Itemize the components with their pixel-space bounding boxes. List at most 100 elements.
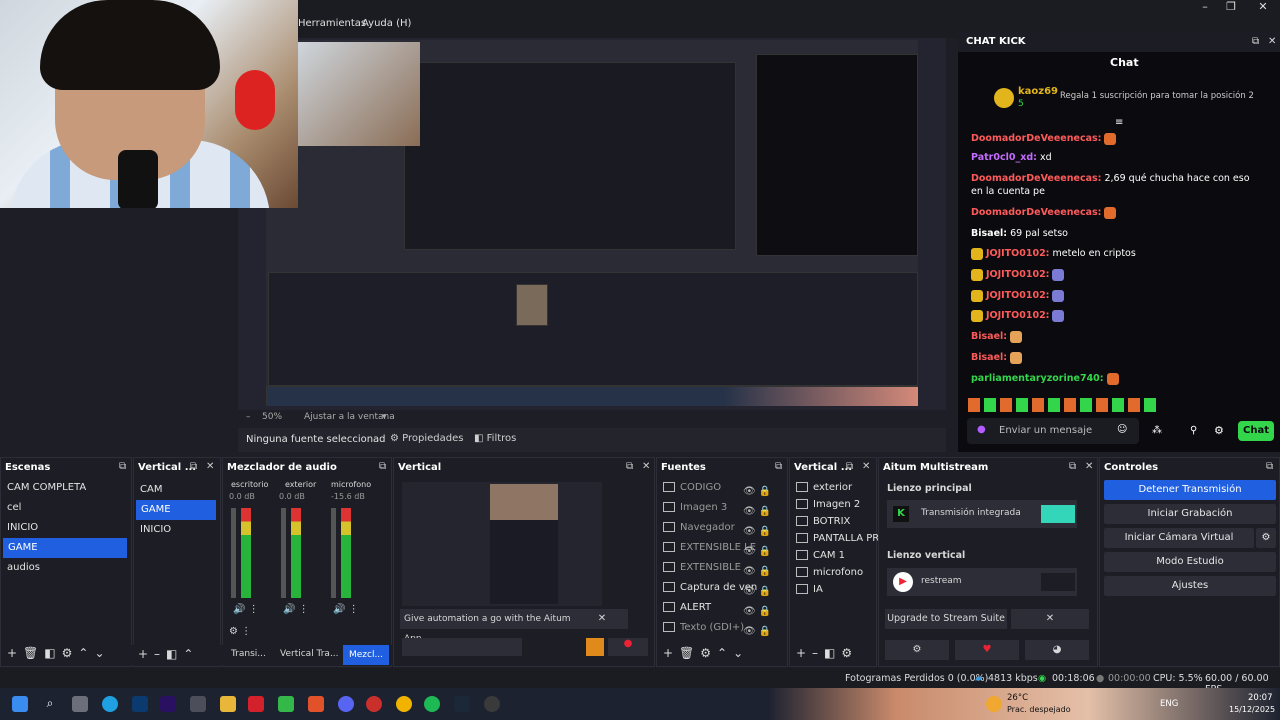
aitum-banner[interactable]: Give automation a go with the Aitum App: [400, 609, 578, 644]
undock-icon[interactable]: ⧉: [846, 461, 853, 472]
start-virtual-cam-button[interactable]: Iniciar Cámara Virtual: [1104, 528, 1254, 548]
source-item[interactable]: EXTENSIBLE: [663, 562, 741, 573]
opera-icon[interactable]: [366, 696, 382, 712]
stop-stream-button[interactable]: Detener Transmisión: [1104, 480, 1276, 500]
minecraft-icon[interactable]: [278, 696, 294, 712]
start-recording-button[interactable]: Iniciar Grabación: [1104, 504, 1276, 524]
vertical-source-item[interactable]: BOTRIX: [796, 516, 850, 527]
steam-icon[interactable]: [454, 696, 470, 712]
close-icon[interactable]: ✕: [642, 461, 650, 472]
source-item[interactable]: CODIGO: [663, 482, 721, 493]
app-icon[interactable]: [248, 696, 264, 712]
volume-slider[interactable]: [231, 508, 236, 598]
speaker-icon[interactable]: 🔊 ⋮: [333, 604, 359, 615]
vertical-source-item[interactable]: CAM 1: [796, 550, 845, 561]
chat-send-button[interactable]: Chat: [1238, 421, 1274, 441]
premiere-icon[interactable]: [160, 696, 176, 712]
upgrade-button[interactable]: Upgrade to Stream Suite: [885, 609, 1007, 629]
menu-help[interactable]: Ayuda (H): [362, 18, 411, 29]
vertical-source-item[interactable]: Imagen 2: [796, 499, 860, 510]
undock-icon[interactable]: ⧉: [1266, 461, 1273, 472]
discord-taskbar-icon[interactable]: [338, 696, 354, 712]
vertical-stream-icon[interactable]: ●: [608, 638, 648, 656]
close-icon[interactable]: ✕: [862, 461, 870, 472]
vertical-toolbar[interactable]: [402, 638, 522, 656]
clock-date[interactable]: 15/12/2025: [1229, 705, 1275, 714]
search-icon[interactable]: ⌕: [42, 696, 58, 712]
filters-button[interactable]: ◧ Filtros: [474, 433, 516, 444]
undock-icon[interactable]: ⧉: [775, 461, 782, 472]
source-item[interactable]: Imagen 3: [663, 502, 727, 513]
multistream-settings-icon[interactable]: ⚙: [885, 640, 949, 660]
speaker-icon[interactable]: 🔊 ⋮: [233, 604, 259, 615]
vertical-settings-icon[interactable]: [586, 638, 604, 656]
scene-toolbar[interactable]: +🗑◧⚙⌃⌄: [7, 646, 111, 660]
source-visibility-lock-icons[interactable]: 👁 🔒 👁 🔒 👁 🔒 👁 🔒 👁 🔒 👁 🔒 👁 🔒 👁 🔒: [743, 482, 777, 642]
undock-icon[interactable]: ⧉: [1069, 461, 1076, 472]
vertical-scene-item[interactable]: INICIO: [140, 524, 171, 535]
taskview-icon[interactable]: [72, 696, 88, 712]
float-icon[interactable]: ⧉: [1252, 36, 1259, 47]
source-item[interactable]: ALERT: [663, 602, 711, 613]
tab-mixer[interactable]: Mezcl...: [343, 645, 389, 665]
vertical-source-item[interactable]: IA: [796, 584, 823, 595]
chat-close-icon[interactable]: ✕: [1268, 36, 1276, 47]
scene-item[interactable]: INICIO: [7, 522, 38, 533]
studio-mode-button[interactable]: Modo Estudio: [1104, 552, 1276, 572]
vertical-source-item[interactable]: microfono: [796, 567, 863, 578]
obs-icon[interactable]: [484, 696, 500, 712]
tab-vertical-transitions[interactable]: Vertical Tra...: [280, 649, 339, 659]
language-indicator[interactable]: ENG: [1160, 699, 1178, 709]
close-icon[interactable]: ✕: [1250, 0, 1276, 14]
volume-slider[interactable]: [331, 508, 336, 598]
photoshop-icon[interactable]: [132, 696, 148, 712]
edge-icon[interactable]: [102, 696, 118, 712]
vertical-scene-toolbar-2[interactable]: +–◧⌃: [138, 647, 199, 661]
clock-time[interactable]: 20:07: [1248, 693, 1273, 703]
upgrade-close-icon[interactable]: ✕: [1011, 609, 1089, 629]
speaker-icon[interactable]: 🔊 ⋮: [283, 604, 309, 615]
vertical-scene-item[interactable]: CAM: [140, 484, 162, 495]
volume-slider[interactable]: [281, 508, 286, 598]
chat-tab[interactable]: Chat: [1110, 56, 1139, 69]
heart-icon[interactable]: ♥: [955, 640, 1019, 660]
undock-icon[interactable]: ⧉: [626, 461, 633, 472]
emote-bar[interactable]: [968, 398, 1158, 412]
pin-icon[interactable]: ⚲: [1190, 425, 1197, 436]
menu-tools[interactable]: Herramientas: [298, 18, 366, 29]
virtual-cam-settings-icon[interactable]: ⚙: [1256, 528, 1276, 548]
vertical-source-item[interactable]: exterior: [796, 482, 852, 493]
vertical-source-item[interactable]: PANTALLA PRIN: [796, 533, 890, 544]
weather-text[interactable]: Prac. despejado: [1007, 705, 1071, 714]
settings-button[interactable]: Ajustes: [1104, 576, 1276, 596]
tab-transitions[interactable]: Transi...: [231, 649, 266, 659]
discord-icon[interactable]: ◕: [1025, 640, 1089, 660]
brave-icon[interactable]: [308, 696, 324, 712]
minimize-icon[interactable]: –: [1192, 0, 1218, 14]
stream-toggle[interactable]: [1041, 505, 1075, 523]
windows-start-icon[interactable]: [12, 696, 28, 712]
mixer-settings-icon[interactable]: ⚙ ⋮: [229, 626, 251, 637]
users-icon[interactable]: ⁂: [1152, 425, 1162, 436]
scene-item[interactable]: CAM COMPLETA: [7, 482, 86, 493]
close-icon[interactable]: ✕: [206, 461, 214, 472]
scene-item[interactable]: audios: [7, 562, 40, 573]
zoom-level[interactable]: 50%: [262, 412, 282, 422]
sources-toolbar[interactable]: +🗑⚙⌃⌄: [663, 646, 749, 660]
chat-input[interactable]: ● Enviar un mensaje ☺: [967, 418, 1139, 444]
properties-button[interactable]: ⚙ Propiedades: [390, 433, 463, 444]
scene-item-selected[interactable]: GAME: [3, 538, 127, 558]
source-item[interactable]: Navegador: [663, 522, 735, 533]
weather-temp[interactable]: 26°C: [1007, 693, 1028, 703]
scene-item[interactable]: cel: [7, 502, 21, 513]
undock-icon[interactable]: ⧉: [190, 461, 197, 472]
chevron-down-icon[interactable]: ▾: [382, 412, 387, 422]
emoji-icon[interactable]: ☺: [1117, 424, 1127, 435]
chat-sort-icon[interactable]: ≡: [1115, 117, 1123, 128]
chrome-icon[interactable]: [396, 696, 412, 712]
undock-icon[interactable]: ⧉: [119, 461, 126, 472]
vertical-scene-item-selected[interactable]: GAME: [136, 500, 216, 520]
spotify-icon[interactable]: [424, 696, 440, 712]
stream-toggle[interactable]: [1041, 573, 1075, 591]
vertical-sources-toolbar[interactable]: +–◧⚙: [796, 646, 858, 660]
